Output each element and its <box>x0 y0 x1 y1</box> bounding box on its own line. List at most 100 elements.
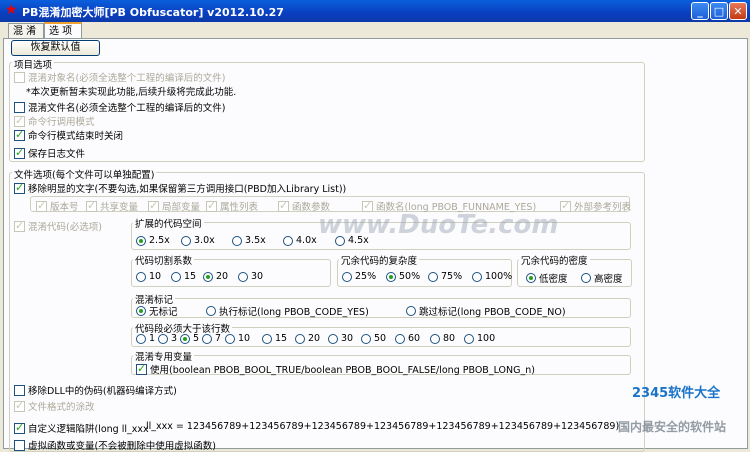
obfuscate-files-label: 混淆文件名(必须全选整个工程的编译后的文件) <box>28 103 226 114</box>
virtual-func-option[interactable]: 虚拟函数或变量(不会被删除中使用虚拟函数) <box>14 438 216 452</box>
sub-item-version-label: 版本号 <box>50 202 79 213</box>
custom-trap-label: 自定义逻辑陷阱(long ll_xxx <box>28 424 149 435</box>
custom-trap-expression: ll_xxx = 123456789+123456789+123456789+1… <box>146 421 620 432</box>
expand-2.5x[interactable]: 2.5x <box>136 235 181 246</box>
complexity-label: 冗余代码的复杂度 <box>339 253 420 267</box>
obfuscate-objects-checkbox[interactable] <box>14 71 25 83</box>
app-star-icon: ★ <box>5 2 18 18</box>
mark-skip[interactable]: 跳过标记(long PBOB_CODE_NO) <box>406 304 566 318</box>
sub-item-local-checkbox[interactable] <box>148 199 159 212</box>
remove-plain-text-label: 移除明显的文字(不要勾选,如果保留第三方调用接口(PBD加入Library Li… <box>28 184 347 195</box>
complexity-100[interactable]: 100% <box>472 271 512 282</box>
sub-item-extref-checkbox[interactable] <box>560 199 571 212</box>
file-format-label: 文件格式的涂改 <box>28 402 95 413</box>
remove-plain-text-checkbox[interactable] <box>14 181 25 194</box>
remove-dll-pseudo-checkbox[interactable] <box>14 384 25 396</box>
density-high[interactable]: 高密度 <box>581 271 623 285</box>
min-lines-5[interactable]: 5 <box>180 333 202 344</box>
special-var-use-label: 使用(boolean PBOB_BOOL_TRUE/boolean PBOB_B… <box>150 365 535 376</box>
sub-item-params-checkbox[interactable] <box>278 199 289 212</box>
cut-options: 10 15 20 30 <box>136 271 263 282</box>
maximize-button[interactable]: □ <box>710 2 728 20</box>
min-lines-options: 1 3 5 7 10 15 20 30 50 60 80 100 <box>136 333 495 344</box>
cmd-close-option[interactable]: 命令行模式结束时关闭 <box>14 128 123 142</box>
save-log-label: 保存日志文件 <box>28 149 86 160</box>
sub-item-shared[interactable]: 共享变量 <box>86 199 138 213</box>
min-lines-15[interactable]: 15 <box>262 333 295 344</box>
save-log-checkbox[interactable] <box>14 146 25 159</box>
cut-label: 代码切割系数 <box>133 253 195 267</box>
min-lines-7[interactable]: 7 <box>202 333 225 344</box>
cmd-close-label: 命令行模式结束时关闭 <box>28 131 124 142</box>
obfuscate-code-label: 混淆代码(必选项) <box>28 222 102 233</box>
obfuscate-code-checkbox[interactable] <box>14 219 25 232</box>
complexity-50[interactable]: 50% <box>386 271 428 282</box>
cmd-close-checkbox[interactable] <box>14 128 25 141</box>
file-format-option[interactable]: 文件格式的涂改 <box>14 399 95 413</box>
save-log-option[interactable]: 保存日志文件 <box>14 146 85 160</box>
density-low[interactable]: 低密度 <box>526 271 581 285</box>
expand-3.5x[interactable]: 3.5x <box>232 235 283 246</box>
complexity-options: 25% 50% 75% 100% <box>342 271 512 282</box>
title-bar: ★ PB混淆加密大师[PB Obfuscator] v2012.10.27 _ … <box>0 0 750 22</box>
sub-item-props-label: 属性列表 <box>220 202 259 213</box>
cmd-mode-option[interactable]: 命令行调用模式 <box>14 114 95 128</box>
cut-30[interactable]: 30 <box>238 271 263 282</box>
obfuscate-objects-label: 混淆对象名(必须全选整个工程的编译后的文件) <box>28 73 226 84</box>
min-lines-100[interactable]: 100 <box>464 333 495 344</box>
complexity-75[interactable]: 75% <box>428 271 472 282</box>
obfuscate-code-option[interactable]: 混淆代码(必选项) <box>14 219 102 233</box>
min-lines-3[interactable]: 3 <box>158 333 180 344</box>
duote-watermark: www.DuoTe.com <box>318 210 559 240</box>
density-label: 冗余代码的密度 <box>519 253 590 267</box>
min-lines-30[interactable]: 30 <box>328 333 361 344</box>
window-title: PB混淆加密大师[PB Obfuscator] v2012.10.27 <box>22 6 284 19</box>
tab-obfuscate[interactable]: 混 淆 <box>8 23 44 38</box>
min-lines-1[interactable]: 1 <box>136 333 158 344</box>
mark-exec[interactable]: 执行标记(long PBOB_CODE_YES) <box>206 304 406 318</box>
sub-item-local-label: 局部变量 <box>162 202 201 213</box>
sub-item-version-checkbox[interactable] <box>36 199 47 212</box>
cut-15[interactable]: 15 <box>171 271 203 282</box>
mark-none[interactable]: 无标记 <box>136 304 206 318</box>
expand-3.0x[interactable]: 3.0x <box>181 235 232 246</box>
remove-dll-pseudo-option[interactable]: 移除DLL中的伪码(机器码编译方式) <box>14 383 177 397</box>
remove-plain-text-option[interactable]: 移除明显的文字(不要勾选,如果保留第三方调用接口(PBD加入Library Li… <box>14 181 346 195</box>
min-lines-50[interactable]: 50 <box>361 333 395 344</box>
special-var-option[interactable]: 使用(boolean PBOB_BOOL_TRUE/boolean PBOB_B… <box>136 362 535 376</box>
custom-trap-checkbox[interactable] <box>14 421 25 434</box>
file-options-label: 文件选项(每个文件可以单独配置) <box>12 167 157 181</box>
virtual-func-label: 虚拟函数或变量(不会被删除中使用虚拟函数) <box>28 441 216 452</box>
min-lines-20[interactable]: 20 <box>295 333 328 344</box>
sub-item-extref-label: 外部参考列表 <box>574 202 632 213</box>
min-lines-60[interactable]: 60 <box>395 333 430 344</box>
slogan-watermark: 国内最安全的软件站 <box>618 420 727 434</box>
expand-label: 扩展的代码空间 <box>133 216 204 230</box>
sub-item-version[interactable]: 版本号 <box>36 199 79 213</box>
sub-item-local[interactable]: 局部变量 <box>148 199 200 213</box>
custom-trap-option[interactable]: 自定义逻辑陷阱(long ll_xxx <box>14 421 149 435</box>
brand-2345-watermark: 2345软件大全 <box>632 386 721 401</box>
cut-10[interactable]: 10 <box>136 271 171 282</box>
mark-options: 无标记 执行标记(long PBOB_CODE_YES) 跳过标记(long P… <box>136 304 566 318</box>
sub-item-props[interactable]: 属性列表 <box>206 199 258 213</box>
complexity-25[interactable]: 25% <box>342 271 386 282</box>
sub-item-shared-checkbox[interactable] <box>86 199 97 212</box>
project-options-label: 项目选项 <box>12 57 55 71</box>
file-format-checkbox[interactable] <box>14 399 25 412</box>
restore-defaults-button[interactable]: 恢复默认值 <box>11 40 100 56</box>
special-var-checkbox[interactable] <box>136 362 147 375</box>
tab-options[interactable]: 选 项 <box>44 22 82 39</box>
obfuscate-objects-option[interactable]: 混淆对象名(必须全选整个工程的编译后的文件) <box>14 70 225 84</box>
sub-item-props-checkbox[interactable] <box>206 199 217 212</box>
min-lines-10[interactable]: 10 <box>225 333 262 344</box>
obfuscate-files-checkbox[interactable] <box>14 101 25 113</box>
sub-item-extref[interactable]: 外部参考列表 <box>560 199 631 213</box>
cut-20[interactable]: 20 <box>203 271 238 282</box>
remove-dll-pseudo-label: 移除DLL中的伪码(机器码编译方式) <box>28 386 177 397</box>
min-lines-80[interactable]: 80 <box>430 333 464 344</box>
obfuscate-files-option[interactable]: 混淆文件名(必须全选整个工程的编译后的文件) <box>14 100 225 114</box>
minimize-button[interactable]: _ <box>691 2 709 20</box>
cmd-mode-checkbox[interactable] <box>14 114 25 127</box>
close-button[interactable]: ✕ <box>729 2 747 20</box>
